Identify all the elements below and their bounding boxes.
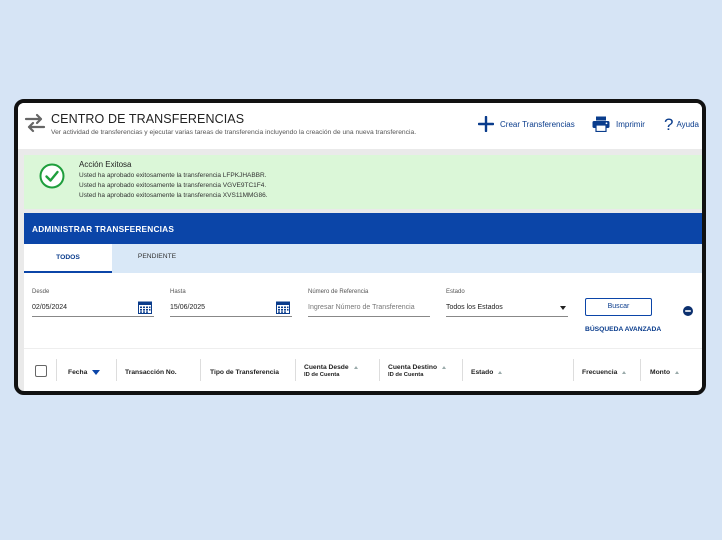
to-date-value: 15/06/2025 — [170, 304, 206, 311]
tab-bar: TODOS PENDIENTE — [24, 244, 702, 273]
panel-title: ADMINISTRAR TRANSFERENCIAS — [32, 224, 175, 234]
select-all-checkbox[interactable] — [35, 365, 47, 377]
sort-asc-icon — [353, 366, 358, 369]
reference-number-input[interactable]: Ingresar Número de Transferencia — [308, 299, 430, 317]
column-from-account-label: Cuenta Desde — [304, 364, 349, 371]
from-date-field[interactable]: 02/05/2024 — [32, 299, 154, 317]
column-to-account-sub: ID de Cuenta — [388, 372, 424, 378]
app-window: CENTRO DE TRANSFERENCIAS Ver actividad d… — [14, 99, 706, 395]
column-frequency-label: Frecuencia — [582, 369, 618, 376]
alert-line: Usted ha aprobado exitosamente la transf… — [79, 192, 268, 199]
column-to-account-label: Cuenta Destino — [388, 364, 438, 371]
to-date-label: Hasta — [170, 289, 186, 295]
reference-number-placeholder: Ingresar Número de Transferencia — [308, 304, 415, 311]
column-divider — [462, 359, 463, 381]
column-to-account[interactable]: Cuenta Destino ID de Cuenta — [388, 364, 447, 378]
sort-asc-icon — [622, 371, 627, 374]
column-divider — [295, 359, 296, 381]
success-alert: Acción Exitosa Usted ha aprobado exitosa… — [24, 155, 702, 209]
column-transfer-type-label: Tipo de Transferencia — [210, 369, 280, 376]
question-mark-icon: ? — [664, 115, 674, 134]
table-header: Fecha Transacción No. Tipo de Transferen… — [24, 348, 702, 391]
advanced-search-link[interactable]: BÚSQUEDA AVANZADA — [585, 326, 661, 333]
column-status-label: Estado — [471, 369, 494, 376]
sort-asc-icon — [675, 371, 680, 374]
transfer-swap-icon — [24, 113, 46, 133]
column-from-account[interactable]: Cuenta Desde ID de Cuenta — [304, 364, 358, 378]
printer-icon — [592, 116, 610, 132]
help-button[interactable]: ? Ayuda — [664, 116, 699, 133]
to-date-field[interactable]: 15/06/2025 — [170, 299, 292, 317]
column-amount-label: Monto — [650, 369, 671, 376]
create-transfer-button[interactable]: Crear Transferencias — [478, 116, 575, 132]
column-transaction-label: Transacción No. — [125, 369, 177, 376]
column-date-label: Fecha — [68, 369, 88, 376]
plus-icon — [478, 116, 494, 132]
tab-all[interactable]: TODOS — [24, 244, 112, 273]
help-label: Ayuda — [676, 120, 700, 129]
reference-number-label: Número de Referencia — [308, 289, 369, 295]
alert-line: Usted ha aprobado exitosamente la transf… — [79, 182, 267, 189]
sort-desc-icon — [92, 370, 101, 375]
status-label: Estado — [446, 289, 465, 295]
tab-pending[interactable]: PENDIENTE — [112, 244, 202, 273]
alert-line: Usted ha aprobado exitosamente la transf… — [79, 172, 267, 179]
print-button[interactable]: Imprimir — [592, 116, 645, 132]
column-transaction[interactable]: Transacción No. — [125, 369, 177, 376]
column-divider — [379, 359, 380, 381]
from-date-value: 02/05/2024 — [32, 304, 68, 311]
page-subtitle: Ver actividad de transferencias y ejecut… — [51, 129, 417, 136]
status-select[interactable]: Todos los Estados — [446, 299, 568, 317]
create-transfer-label: Crear Transferencias — [500, 119, 575, 129]
column-divider — [573, 359, 574, 381]
column-divider — [200, 359, 201, 381]
page-title: CENTRO DE TRANSFERENCIAS — [51, 112, 245, 126]
manage-transfers-panel: ADMINISTRAR TRANSFERENCIAS TODOS PENDIEN… — [24, 213, 702, 391]
calendar-icon[interactable] — [138, 301, 152, 314]
calendar-icon[interactable] — [276, 301, 290, 314]
column-frequency[interactable]: Frecuencia — [582, 369, 627, 376]
panel-header: ADMINISTRAR TRANSFERENCIAS — [24, 213, 702, 244]
column-divider — [640, 359, 641, 381]
print-label: Imprimir — [616, 119, 645, 129]
search-button[interactable]: Buscar — [585, 298, 652, 316]
alert-title: Acción Exitosa — [79, 160, 132, 169]
sort-asc-icon — [442, 366, 447, 369]
from-date-label: Desde — [32, 289, 50, 295]
column-amount[interactable]: Monto — [650, 369, 680, 376]
status-select-value: Todos los Estados — [446, 304, 503, 311]
column-date[interactable]: Fecha — [68, 369, 101, 376]
column-divider — [56, 359, 57, 381]
collapse-minus-icon[interactable] — [683, 306, 693, 316]
column-transfer-type[interactable]: Tipo de Transferencia — [210, 369, 279, 376]
column-divider — [116, 359, 117, 381]
column-from-account-sub: ID de Cuenta — [304, 372, 340, 378]
page-header: CENTRO DE TRANSFERENCIAS Ver actividad d… — [18, 103, 702, 149]
check-circle-icon — [39, 163, 65, 189]
sort-asc-icon — [498, 371, 503, 374]
chevron-down-icon — [560, 306, 566, 310]
column-status[interactable]: Estado — [471, 369, 503, 376]
